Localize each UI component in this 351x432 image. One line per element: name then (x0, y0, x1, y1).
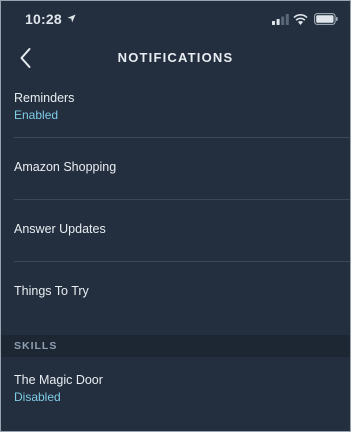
location-arrow-icon (67, 14, 76, 23)
list-item-status: Enabled (14, 108, 59, 122)
list-item-title: Answer Updates (14, 222, 106, 236)
list-item-amazon-shopping[interactable]: Amazon Shopping (1, 138, 350, 199)
list-item-the-magic-door[interactable]: The Magic Door Disabled (1, 357, 350, 419)
list-item-status: Disabled (14, 390, 61, 404)
battery-icon (314, 13, 338, 25)
phone-screen: 10:28 NOTIFICATIONS Reminders Enabled Am… (0, 0, 351, 432)
list-item-title: The Magic Door (14, 373, 103, 387)
status-bar: 10:28 (1, 1, 350, 37)
section-header-skills: SKILLS (1, 335, 350, 357)
list-item-title: Things To Try (14, 284, 89, 298)
section-label: SKILLS (14, 340, 58, 352)
list-item-things-to-try[interactable]: Things To Try (1, 262, 350, 335)
page-title: NOTIFICATIONS (117, 50, 234, 65)
status-time: 10:28 (25, 11, 62, 27)
list-item-title: Reminders (14, 91, 75, 105)
cellular-signal-icon (272, 14, 289, 25)
header-bar: NOTIFICATIONS (1, 37, 350, 77)
list-item-answer-updates[interactable]: Answer Updates (1, 200, 350, 261)
list-item-title: Amazon Shopping (14, 160, 117, 174)
wifi-icon (293, 14, 308, 25)
list-item-reminders[interactable]: Reminders Enabled (1, 77, 350, 137)
